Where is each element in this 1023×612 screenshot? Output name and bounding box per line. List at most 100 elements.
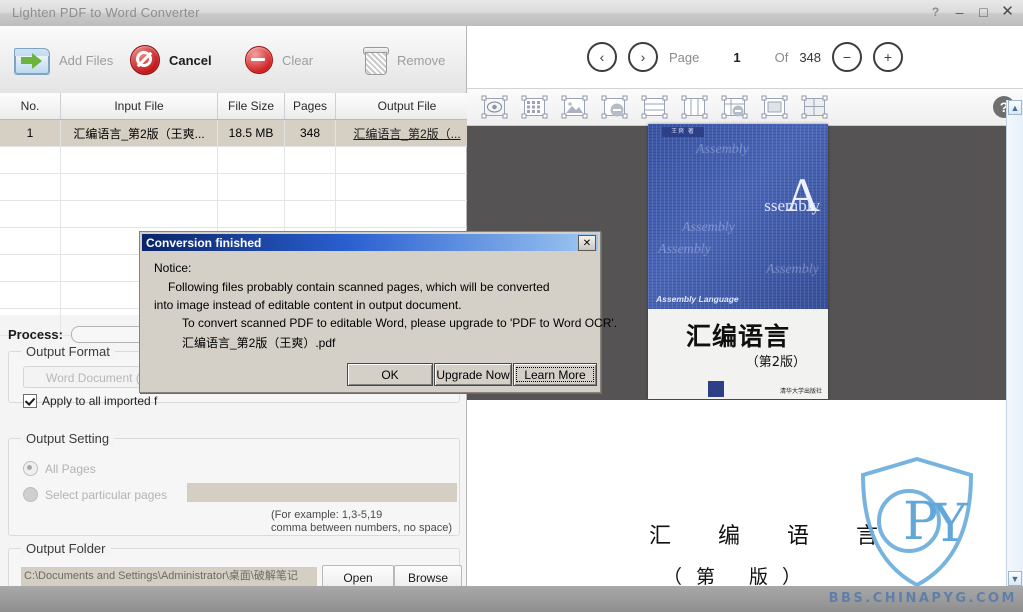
folder-add-icon [14,45,50,75]
output-format-title: Output Format [21,344,115,359]
dialog-title: Conversion finished [146,235,262,250]
minimize-button[interactable]: – [952,4,967,20]
cover-english-subtitle: Assembly Language [656,294,739,304]
table-tool-icon[interactable] [801,95,828,119]
pages-hint-line2: comma between numbers, no space) [271,522,452,534]
cover-upper: 王爽 著 Assembly Assembly Assembly Assembly… [648,124,828,309]
dialog-file-name: 汇编语言_第2版（王爽）.pdf [182,336,336,350]
select-tool-icon[interactable] [481,95,508,119]
column-header-size[interactable]: File Size [217,93,285,120]
cancel-icon [130,45,160,75]
zoom-out-button[interactable]: − [832,42,863,72]
cancel-button[interactable]: Cancel [130,40,212,80]
cell-no: 1 [0,119,61,147]
trash-icon [362,45,389,75]
cell-pages: 348 [284,119,336,147]
zoom-in-button[interactable]: + [873,42,904,72]
apply-all-label: Apply to all imported f [42,394,158,408]
cover-ghost-word: Assembly [658,242,711,257]
total-page-number: 348 [799,49,822,65]
dialog-upgrade-button[interactable]: Upgrade Now [434,363,512,386]
preview-tool-bar: ? [467,89,1023,126]
cover-ghost-word: Assembly [766,262,819,277]
preview-vertical-scrollbar[interactable]: ▲ ▼ [1006,100,1023,586]
particular-pages-input[interactable] [187,483,457,502]
frame-tool-icon[interactable] [761,95,788,119]
page2-subtitle: （第 版） [663,566,816,588]
dialog-title-bar: Conversion finished ✕ [142,234,598,251]
add-files-button[interactable]: Add Files [14,40,113,80]
output-setting-title: Output Setting [21,431,115,446]
remove-label: Remove [397,52,446,68]
page-label: Page [668,49,700,65]
dialog-learn-more-button[interactable]: Learn More [513,363,597,386]
column-header-pages[interactable]: Pages [284,93,336,120]
column-header-input[interactable]: Input File [60,93,218,120]
pages-hint-line1: (For example: 1,3-5,19 [271,509,383,521]
maximize-button[interactable]: □ [976,4,991,20]
apply-all-row[interactable]: Apply to all imported f [23,394,157,408]
close-button[interactable]: ✕ [1000,4,1015,20]
output-setting-group: Output Setting All Pages Select particul… [8,431,460,536]
table-header-row: No. Input File File Size Pages Output Fi… [0,93,479,120]
cover-ghost-word: Assembly [682,220,735,235]
apply-all-checkbox[interactable] [23,394,37,408]
cover-big-word: ssembly [764,196,820,215]
column-header-output[interactable]: Output File [335,93,479,120]
all-pages-radio-row[interactable]: All Pages [23,461,96,476]
remove-table-tool-icon[interactable] [721,95,748,119]
table-row[interactable] [0,146,479,174]
particular-pages-radio-row[interactable]: Select particular pages [23,487,167,502]
previous-page-button[interactable]: ‹ [586,42,617,72]
dialog-line-1: Notice: [154,261,192,275]
current-page-number[interactable]: 1 [733,50,740,65]
process-label: Process: [8,326,63,342]
cell-size: 18.5 MB [217,119,285,147]
particular-pages-radio[interactable] [23,487,38,502]
window-title: Lighten PDF to Word Converter [12,5,200,20]
cover-chinese-title: 汇编语言 [685,322,791,351]
scroll-down-icon[interactable]: ▼ [1008,571,1022,586]
svg-text:Y: Y [932,494,968,554]
dialog-line-2: Following files probably contain scanned… [168,280,550,294]
add-files-label: Add Files [59,52,114,68]
output-folder-title: Output Folder [21,541,111,556]
all-pages-radio[interactable] [23,461,38,476]
next-page-button[interactable]: › [627,42,658,72]
window-controls: ? – □ ✕ [928,4,1015,21]
cover-ghost-word: Assembly [696,142,749,157]
table-row[interactable] [0,200,479,228]
clear-label: Clear [282,52,314,68]
cell-input: 汇编语言_第2版（王爽... [60,119,218,147]
chinapyg-shield-watermark: P Y [855,455,979,589]
dialog-ok-button[interactable]: OK [347,363,433,386]
clear-icon [245,46,273,74]
grid-tool-icon[interactable] [521,95,548,119]
rows-tool-icon[interactable] [641,95,668,119]
help-button[interactable]: ? [928,4,943,20]
columns-tool-icon[interactable] [681,95,708,119]
remove-button[interactable]: Remove [362,40,445,80]
table-row[interactable]: 1 汇编语言_第2版（王爽... 18.5 MB 348 汇编语言_第2版（..… [0,119,479,147]
dialog-close-button[interactable]: ✕ [578,235,596,251]
scroll-up-icon[interactable]: ▲ [1008,100,1022,115]
output-folder-path[interactable]: C:\Documents and Settings\Administrator\… [21,567,317,586]
application-window: Lighten PDF to Word Converter ? – □ ✕ Ad… [0,0,1023,612]
column-header-no[interactable]: No. [0,93,61,120]
table-row[interactable] [0,173,479,201]
pages-hint: (For example: 1,3-5,19 comma between num… [271,509,452,535]
remove-image-tool-icon[interactable] [601,95,628,119]
cell-output[interactable]: 汇编语言_第2版（... [335,119,479,147]
cancel-label: Cancel [169,52,212,68]
dialog-learn-more-label: Learn More [516,367,594,382]
cover-lower: 汇编语言 （第2版） 清华大学出版社 [648,309,828,399]
dialog-body: Notice: Following files probably contain… [142,253,617,390]
clear-button[interactable]: Clear [245,40,313,80]
cover-publisher: 清华大学出版社 [779,389,822,395]
dialog-line-4: To convert scanned PDF to editable Word,… [182,316,618,330]
watermark-text: BBS.CHINAPYG.COM [828,591,1017,606]
image-tool-icon[interactable] [561,95,588,119]
dialog-line-3: into image instead of editable content i… [154,298,462,312]
pdf-cover-page: 王爽 著 Assembly Assembly Assembly Assembly… [648,124,828,399]
particular-pages-label: Select particular pages [45,487,168,502]
